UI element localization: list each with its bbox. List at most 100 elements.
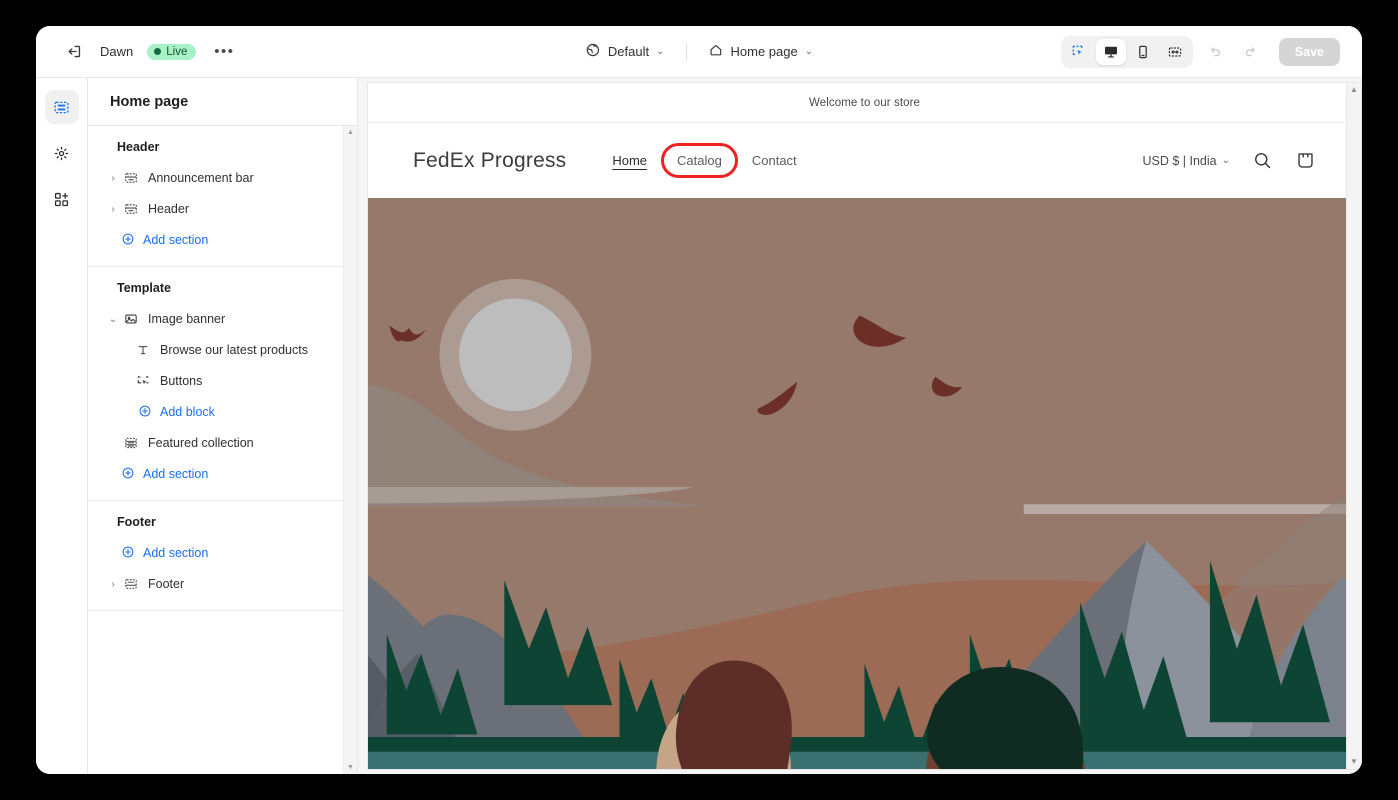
store-preview-pane: Welcome to our store FedEx Progress Home… <box>358 78 1362 774</box>
store-header-right: USD $ | India ⌄ <box>1142 150 1316 171</box>
group-title-header: Header <box>117 140 160 154</box>
fullwidth-view-button[interactable] <box>1160 39 1190 65</box>
add-section-label: Add section <box>143 546 209 560</box>
sections-sidebar: Home page Header › Announcement bar › He… <box>88 78 358 774</box>
undo-button[interactable] <box>1201 38 1229 66</box>
desktop-view-button[interactable] <box>1095 38 1126 65</box>
sidebar-scroll-area: Header › Announcement bar › Header Add s… <box>88 126 357 774</box>
nav-link-home[interactable]: Home <box>602 148 657 173</box>
plus-circle-icon <box>138 404 152 421</box>
chevron-right-icon[interactable]: › <box>106 579 120 590</box>
announcement-bar: Welcome to our store <box>368 83 1361 123</box>
text-block-icon <box>133 343 153 357</box>
add-section-footer-button[interactable]: Add section <box>96 538 349 568</box>
sidebar-block-text[interactable]: Browse our latest products <box>106 335 349 365</box>
live-dot-icon <box>154 48 162 55</box>
store-preview-frame: Welcome to our store FedEx Progress Home… <box>367 82 1362 770</box>
add-section-template-button[interactable]: Add section <box>96 459 349 489</box>
footer-icon <box>121 577 141 591</box>
top-bar-center: Default ⌄ Home page ⌄ <box>576 37 822 66</box>
add-block-button[interactable]: Add block <box>96 397 349 427</box>
chevron-down-icon: ⌄ <box>804 46 814 57</box>
sidebar-group-footer: Footer Add section › Footer <box>88 501 357 611</box>
section-icon <box>121 171 141 185</box>
preview-scrollbar[interactable]: ▲ ▼ <box>1346 83 1361 769</box>
sidebar-item-label: Image banner <box>148 312 226 326</box>
sidebar-block-label: Buttons <box>160 374 203 388</box>
store-logo[interactable]: FedEx Progress <box>413 149 566 173</box>
status-badge: Live <box>147 43 197 60</box>
currency-label: USD $ | India <box>1142 153 1217 168</box>
mobile-view-button[interactable] <box>1128 39 1158 65</box>
scroll-up-arrow-icon[interactable]: ▲ <box>347 129 354 136</box>
sidebar-item-header[interactable]: › Header <box>94 194 349 224</box>
view-mode-group <box>1060 35 1193 68</box>
sidebar-block-label: Browse our latest products <box>160 343 308 357</box>
cart-icon[interactable] <box>1295 150 1316 171</box>
nav-link-contact[interactable]: Contact <box>742 148 807 173</box>
redo-button[interactable] <box>1237 38 1265 66</box>
theme-selector-label: Default <box>607 44 650 59</box>
theme-selector[interactable]: Default ⌄ <box>576 37 674 66</box>
image-banner-hero: Browse our latest products <box>368 198 1361 769</box>
top-bar-left: Dawn Live ••• <box>36 39 238 65</box>
settings-tab[interactable] <box>45 136 79 170</box>
add-section-label: Add section <box>143 233 209 247</box>
group-title-footer: Footer <box>117 515 156 529</box>
page-selector[interactable]: Home page ⌄ <box>698 37 822 66</box>
sidebar-group-template: Template ⌄ Image banner Browse our lates… <box>88 267 357 501</box>
sidebar-item-image-banner[interactable]: ⌄ Image banner <box>94 304 349 334</box>
sections-tab[interactable] <box>44 90 79 124</box>
chevron-down-icon: ⌄ <box>1221 155 1230 166</box>
chevron-down-icon: ⌄ <box>656 46 665 57</box>
home-icon <box>707 42 723 61</box>
store-nav: Home Catalog Contact <box>602 143 807 178</box>
plus-circle-icon <box>121 232 135 249</box>
save-button[interactable]: Save <box>1278 37 1340 66</box>
sidebar-header-title: Home page <box>88 78 357 126</box>
page-selector-label: Home page <box>730 44 798 59</box>
editor-body: Home page Header › Announcement bar › He… <box>36 78 1362 774</box>
sidebar-item-label: Footer <box>148 577 185 591</box>
scroll-down-arrow-icon[interactable]: ▼ <box>1350 758 1358 766</box>
status-badge-label: Live <box>166 45 188 58</box>
add-block-label: Add block <box>160 405 215 419</box>
top-bar-right: Save <box>1060 35 1340 68</box>
left-icon-rail <box>36 78 88 774</box>
sidebar-block-buttons[interactable]: Buttons <box>106 366 349 396</box>
scroll-down-arrow-icon[interactable]: ▼ <box>347 764 354 771</box>
add-section-header-button[interactable]: Add section <box>96 225 349 255</box>
top-bar: Dawn Live ••• Default ⌄ Home page ⌄ Save <box>36 26 1362 78</box>
add-section-label: Add section <box>143 467 209 481</box>
nav-link-catalog[interactable]: Catalog <box>661 143 738 178</box>
sidebar-item-footer[interactable]: › Footer <box>94 569 349 599</box>
sidebar-item-label: Header <box>148 202 189 216</box>
chevron-down-icon[interactable]: ⌄ <box>106 314 120 325</box>
apps-tab[interactable] <box>45 182 79 216</box>
globe-icon <box>585 42 601 61</box>
plus-circle-icon <box>121 545 135 562</box>
sidebar-group-header: Header › Announcement bar › Header Add s… <box>88 126 357 267</box>
plus-circle-icon <box>121 466 135 483</box>
theme-editor-window: Dawn Live ••• Default ⌄ Home page ⌄ Save… <box>36 26 1362 774</box>
chevron-right-icon[interactable]: › <box>106 204 120 215</box>
collection-icon <box>121 436 141 450</box>
scroll-up-arrow-icon[interactable]: ▲ <box>1350 86 1358 94</box>
sidebar-scrollbar[interactable]: ▲ ▼ <box>343 126 357 774</box>
sidebar-item-label: Announcement bar <box>148 171 254 185</box>
hero-illustration <box>368 198 1361 769</box>
currency-selector[interactable]: USD $ | India ⌄ <box>1142 154 1230 168</box>
exit-icon[interactable] <box>60 39 86 65</box>
more-options-button[interactable]: ••• <box>210 39 238 65</box>
sidebar-item-featured-collection[interactable]: Featured collection <box>94 428 349 458</box>
divider <box>685 42 687 61</box>
chevron-right-icon[interactable]: › <box>106 173 120 184</box>
search-icon[interactable] <box>1252 150 1273 171</box>
store-header: FedEx Progress Home Catalog Contact USD … <box>368 123 1361 198</box>
inspector-toggle-button[interactable] <box>1064 39 1094 65</box>
buttons-block-icon <box>133 374 153 388</box>
sidebar-item-label: Featured collection <box>148 436 254 450</box>
image-banner-icon <box>121 312 141 326</box>
group-title-template: Template <box>117 281 171 295</box>
sidebar-item-announcement-bar[interactable]: › Announcement bar <box>94 163 349 193</box>
